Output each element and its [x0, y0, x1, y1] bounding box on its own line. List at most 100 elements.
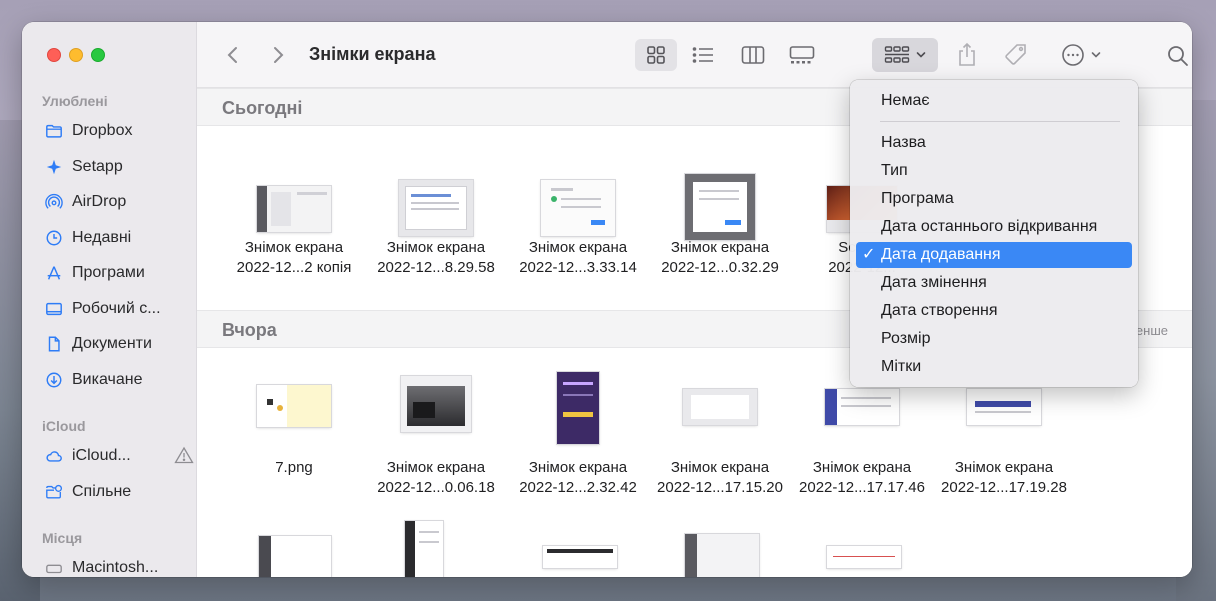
apps-icon — [44, 263, 64, 283]
file-item[interactable]: Знімок екрана 2022-12...2 копія — [223, 158, 365, 308]
file-thumbnail[interactable] — [405, 521, 443, 577]
tags-button[interactable] — [1000, 39, 1032, 71]
file-item[interactable]: Знімок екрана 2022-12...17.15.20 — [649, 358, 791, 508]
file-thumbnail — [557, 372, 599, 444]
airdrop-icon — [44, 192, 64, 212]
file-name-detail: 2022-12...0.06.18 — [377, 479, 495, 496]
menu-item-date-modified[interactable]: Дата змінення — [856, 270, 1132, 296]
file-name: 7.png — [275, 459, 313, 476]
sidebar-item-documents[interactable]: Документи — [44, 331, 194, 357]
group-grid-icon — [884, 46, 910, 63]
finder-window: Улюблені Dropbox Setapp AirDrop Недавні … — [22, 22, 1192, 577]
menu-item-name[interactable]: Назва — [856, 130, 1132, 156]
file-thumbnail — [399, 180, 473, 236]
file-name-detail: 2022-12...2 копія — [236, 259, 352, 276]
sidebar-section-locations: Місця — [42, 530, 83, 546]
minimize-button[interactable] — [69, 48, 83, 62]
sidebar-item-label: Робочий с... — [72, 300, 161, 317]
view-icons-button[interactable] — [635, 39, 677, 71]
file-thumbnail[interactable] — [259, 536, 331, 577]
file-thumbnail[interactable] — [827, 546, 901, 568]
file-item[interactable]: 7.png — [223, 358, 365, 508]
menu-item-label: Дата додавання — [881, 246, 1001, 263]
sidebar-item-label: Dropbox — [72, 122, 133, 139]
chevron-down-icon — [1091, 52, 1101, 58]
sidebar-item-applications[interactable]: Програми — [44, 260, 194, 286]
file-thumbnail[interactable] — [685, 534, 759, 577]
download-icon — [44, 370, 64, 390]
file-thumbnail[interactable] — [543, 546, 617, 568]
file-name: Знімок екрана — [670, 239, 770, 256]
view-columns-button[interactable] — [735, 39, 771, 71]
menu-item-date-last-opened[interactable]: Дата останнього відкривання — [856, 214, 1132, 240]
file-name-detail: 2022-12...17.17.46 — [799, 479, 925, 496]
file-name-detail: 2022-12...8.29.58 — [377, 259, 495, 276]
checkmark-icon: ✓ — [862, 246, 876, 263]
sidebar-item-desktop[interactable]: Робочий с... — [44, 296, 194, 322]
show-less-link[interactable]: енше — [1136, 323, 1168, 338]
close-button[interactable] — [47, 48, 61, 62]
file-name: Знімок екрана — [670, 459, 770, 476]
sidebar-item-label: Програми — [72, 264, 145, 281]
sidebar-item-macintosh-hd[interactable]: Macintosh... — [44, 555, 194, 577]
menu-item-date-created[interactable]: Дата створення — [856, 298, 1132, 324]
menu-item-size[interactable]: Розмір — [856, 326, 1132, 352]
file-name: Знімок екрана — [528, 459, 628, 476]
sidebar-item-airdrop[interactable]: AirDrop — [44, 189, 194, 215]
zoom-button[interactable] — [91, 48, 105, 62]
file-name-detail: 2022-12...3.33.14 — [519, 259, 637, 276]
sidebar-item-label: Викачане — [72, 371, 143, 388]
window-controls — [47, 48, 105, 62]
sidebar-item-dropbox[interactable]: Dropbox — [44, 118, 194, 144]
chevron-down-icon — [916, 52, 926, 58]
file-item[interactable]: Знімок екрана 2022-12...2.32.42 — [507, 358, 649, 508]
forward-button[interactable] — [264, 41, 292, 69]
sidebar-item-label: Спільне — [72, 483, 132, 500]
sidebar-item-downloads[interactable]: Викачане — [44, 367, 194, 393]
section-title: Сьогодні — [222, 98, 303, 118]
file-thumbnail — [825, 389, 899, 425]
sidebar-item-icloud-drive[interactable]: iCloud... — [44, 443, 194, 469]
file-name: Знімок екрана — [528, 239, 628, 256]
more-icon — [1062, 44, 1084, 66]
clock-icon — [44, 228, 64, 248]
chevron-left-icon — [227, 47, 237, 63]
sidebar-item-label: AirDrop — [72, 193, 127, 210]
file-item[interactable]: Знімок екрана 2022-12...0.32.29 — [649, 158, 791, 308]
sidebar-section-favorites: Улюблені — [42, 93, 108, 109]
sidebar-item-label: Macintosh... — [72, 559, 159, 576]
sidebar-item-label: Недавні — [72, 229, 132, 246]
action-menu-button[interactable] — [1055, 39, 1107, 71]
file-name: Знімок екрана — [954, 459, 1054, 476]
group-by-button[interactable] — [872, 38, 938, 72]
menu-item-tags[interactable]: Мітки — [856, 354, 1132, 380]
sidebar-item-recents[interactable]: Недавні — [44, 225, 194, 251]
section-title: Вчора — [222, 320, 277, 340]
cloud-icon — [44, 446, 64, 466]
menu-item-date-added[interactable]: ✓ Дата додавання — [856, 242, 1132, 268]
warning-icon — [174, 446, 194, 469]
sidebar-item-setapp[interactable]: Setapp — [44, 154, 194, 180]
file-item[interactable]: Знімок екрана 2022-12...8.29.58 — [365, 158, 507, 308]
menu-item-none[interactable]: Немає — [856, 88, 1132, 114]
search-button[interactable] — [1163, 41, 1192, 71]
file-name: Знімок екрана — [386, 239, 486, 256]
file-name: Знімок екрана — [812, 459, 912, 476]
window-title: Знімки екрана — [309, 44, 436, 64]
view-gallery-button[interactable] — [783, 39, 821, 71]
file-item[interactable]: Знімок екрана 2022-12...3.33.14 — [507, 158, 649, 308]
menu-item-kind[interactable]: Тип — [856, 158, 1132, 184]
back-button[interactable] — [219, 41, 247, 69]
file-item[interactable]: Знімок екрана 2022-12...0.06.18 — [365, 358, 507, 508]
share-button[interactable] — [951, 39, 983, 71]
view-list-button[interactable] — [685, 39, 721, 71]
menu-item-application[interactable]: Програма — [856, 186, 1132, 212]
share-icon — [959, 42, 975, 66]
sidebar-item-shared[interactable]: Спільне — [44, 479, 194, 505]
document-icon — [44, 334, 64, 354]
menu-separator — [880, 121, 1120, 122]
file-name-detail: 2022-12...2.32.42 — [519, 479, 637, 496]
sidebar: Улюблені Dropbox Setapp AirDrop Недавні … — [22, 22, 197, 577]
chevron-right-icon — [274, 47, 284, 63]
disk-icon — [44, 558, 64, 577]
